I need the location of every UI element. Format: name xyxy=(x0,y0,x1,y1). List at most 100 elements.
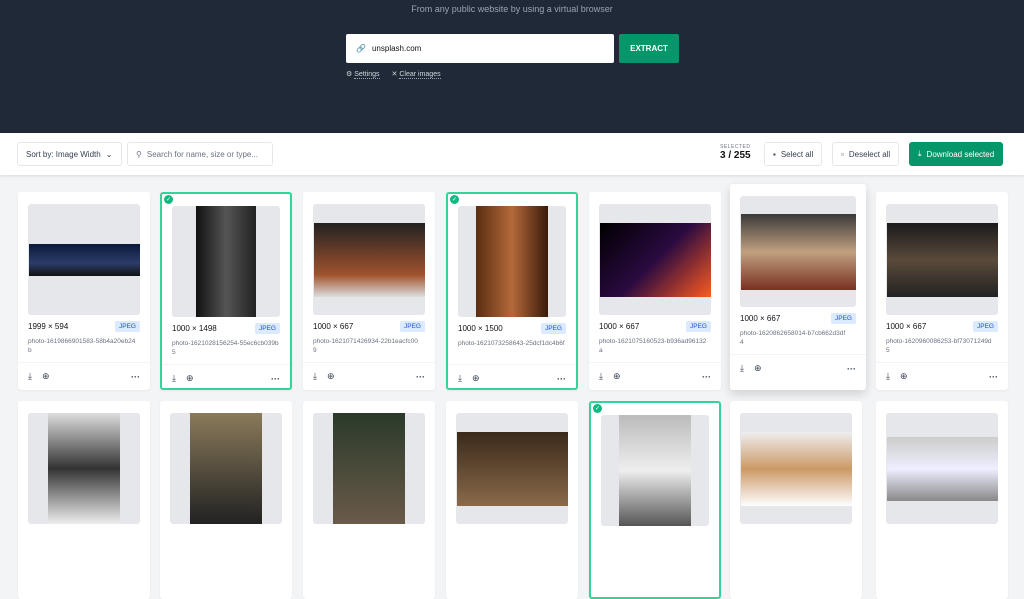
search-input[interactable]: ⚲ Search for name, size or type... xyxy=(127,142,273,166)
download-icon[interactable]: ⤓ xyxy=(599,371,603,382)
image-card[interactable]: 1000 × 667 JPEG photo-1620960086253-bf73… xyxy=(876,192,1008,390)
image-card[interactable]: 1000 × 667 JPEG photo-1620862658014-b7cb… xyxy=(730,184,866,390)
zoom-icon[interactable]: ⊕ xyxy=(42,371,50,382)
chevron-down-icon: ⌄ xyxy=(105,149,113,159)
image-thumbnail[interactable] xyxy=(886,413,998,524)
download-icon[interactable]: ⤓ xyxy=(172,373,176,384)
more-icon[interactable]: ··· xyxy=(847,364,856,374)
zoom-icon[interactable]: ⊕ xyxy=(327,371,335,382)
image-thumbnail[interactable] xyxy=(456,413,568,524)
selected-count: 3 / 255 xyxy=(720,150,751,161)
image-thumbnail[interactable] xyxy=(170,413,282,524)
image-card[interactable] xyxy=(303,401,435,599)
type-badge: JPEG xyxy=(831,313,856,324)
type-badge: JPEG xyxy=(541,323,566,334)
clear-label: Clear images xyxy=(399,71,441,79)
image-dimensions: 1000 × 1498 xyxy=(172,324,217,333)
image-card[interactable] xyxy=(876,401,1008,599)
search-placeholder: Search for name, size or type... xyxy=(146,149,259,159)
select-all-button[interactable]: ▪ Select all xyxy=(764,142,823,166)
photo xyxy=(740,213,856,290)
download-icon: ⤓ xyxy=(918,149,922,158)
grid-icon: ▪ xyxy=(773,149,776,159)
image-card[interactable] xyxy=(730,401,862,599)
photo xyxy=(48,413,120,524)
deselect-all-button[interactable]: ▫ Deselect all xyxy=(832,142,900,166)
zoom-icon[interactable]: ⊕ xyxy=(472,373,480,384)
download-icon[interactable]: ⤓ xyxy=(313,371,317,382)
image-card[interactable]: 1000 × 667 JPEG photo-1621075160523-b936… xyxy=(589,192,721,390)
hero-section: From any public website by using a virtu… xyxy=(0,0,1024,133)
photo xyxy=(619,415,691,526)
more-icon[interactable]: ··· xyxy=(702,372,711,382)
image-dimensions: 1999 × 594 xyxy=(28,322,69,331)
image-card[interactable] xyxy=(18,401,150,599)
image-filename: photo-1621075160523-b936ad96132a xyxy=(599,338,707,354)
sort-label: Sort by: Image Width xyxy=(26,149,101,159)
image-card[interactable]: ✓ 1000 × 1500 JPEG photo-1621073258643-2… xyxy=(446,192,578,390)
image-card[interactable]: ✓ 1000 × 1498 JPEG photo-1621028156254-5… xyxy=(160,192,292,390)
image-thumbnail[interactable] xyxy=(740,413,852,524)
type-badge: JPEG xyxy=(255,323,280,334)
more-icon[interactable]: ··· xyxy=(416,372,425,382)
image-filename: photo-1621071426934-22b1eacfc009 xyxy=(313,338,418,354)
download-icon[interactable]: ⤓ xyxy=(458,373,462,384)
image-card[interactable]: 1000 × 667 JPEG photo-1621071426934-22b1… xyxy=(303,192,435,390)
download-selected-label: Download selected xyxy=(926,149,995,159)
type-badge: JPEG xyxy=(973,321,998,332)
sort-dropdown[interactable]: Sort by: Image Width ⌄ xyxy=(17,142,122,166)
check-icon: ✓ xyxy=(164,195,173,204)
image-dimensions: 1000 × 667 xyxy=(740,314,781,323)
check-icon: ✓ xyxy=(450,195,459,204)
more-icon[interactable]: ··· xyxy=(131,372,140,382)
image-thumbnail[interactable] xyxy=(28,204,140,315)
zoom-icon[interactable]: ⊕ xyxy=(754,363,762,374)
photo xyxy=(476,206,548,317)
image-thumbnail[interactable] xyxy=(601,415,709,526)
zoom-icon[interactable]: ⊕ xyxy=(900,371,908,382)
image-thumbnail[interactable] xyxy=(172,206,280,317)
image-filename: photo-1621073258643-25dcf1dc4b6f xyxy=(458,340,565,347)
deselect-all-label: Deselect all xyxy=(848,149,891,159)
image-filename: photo-1619866901583-58b4a20eb24b xyxy=(28,338,136,354)
photo xyxy=(333,413,405,524)
image-filename: photo-1620862658014-b7cb662d3df4 xyxy=(740,330,846,346)
image-card[interactable] xyxy=(446,401,578,599)
image-thumbnail[interactable] xyxy=(886,204,998,315)
photo xyxy=(456,431,568,506)
image-thumbnail[interactable] xyxy=(313,413,425,524)
url-value: unsplash.com xyxy=(371,44,422,53)
image-card[interactable] xyxy=(160,401,292,599)
image-card[interactable]: 1999 × 594 JPEG photo-1619866901583-58b4… xyxy=(18,192,150,390)
download-icon[interactable]: ⤓ xyxy=(740,363,744,374)
download-icon[interactable]: ⤓ xyxy=(28,371,32,382)
image-thumbnail[interactable] xyxy=(740,196,856,307)
more-icon[interactable]: ··· xyxy=(271,374,280,384)
type-badge: JPEG xyxy=(686,321,711,332)
extract-button[interactable]: EXTRACT xyxy=(619,34,679,63)
image-filename: photo-1620960086253-bf73071249d5 xyxy=(886,338,992,354)
image-thumbnail[interactable] xyxy=(313,204,425,315)
download-selected-button[interactable]: ⤓ Download selected xyxy=(909,142,1004,166)
photo xyxy=(886,436,998,501)
url-input[interactable]: 🔗 unsplash.com xyxy=(346,34,614,63)
hero-subtitle: From any public website by using a virtu… xyxy=(411,4,613,14)
settings-link[interactable]: ⚙ Settings xyxy=(346,70,380,79)
zoom-icon[interactable]: ⊕ xyxy=(186,373,194,384)
photo xyxy=(313,222,425,297)
image-thumbnail[interactable] xyxy=(28,413,140,524)
download-icon[interactable]: ⤓ xyxy=(886,371,890,382)
more-icon[interactable]: ··· xyxy=(557,374,566,384)
image-thumbnail[interactable] xyxy=(458,206,566,317)
gear-icon: ⚙ xyxy=(346,71,353,78)
photo xyxy=(599,222,711,297)
image-card[interactable]: ✓ xyxy=(589,401,721,599)
image-dimensions: 1000 × 667 xyxy=(886,322,927,331)
image-thumbnail[interactable] xyxy=(599,204,711,315)
settings-label: Settings xyxy=(354,71,380,79)
clear-images-link[interactable]: ✕ Clear images xyxy=(392,70,441,79)
photo xyxy=(28,243,140,276)
select-all-label: Select all xyxy=(780,149,814,159)
more-icon[interactable]: ··· xyxy=(989,372,998,382)
zoom-icon[interactable]: ⊕ xyxy=(613,371,621,382)
